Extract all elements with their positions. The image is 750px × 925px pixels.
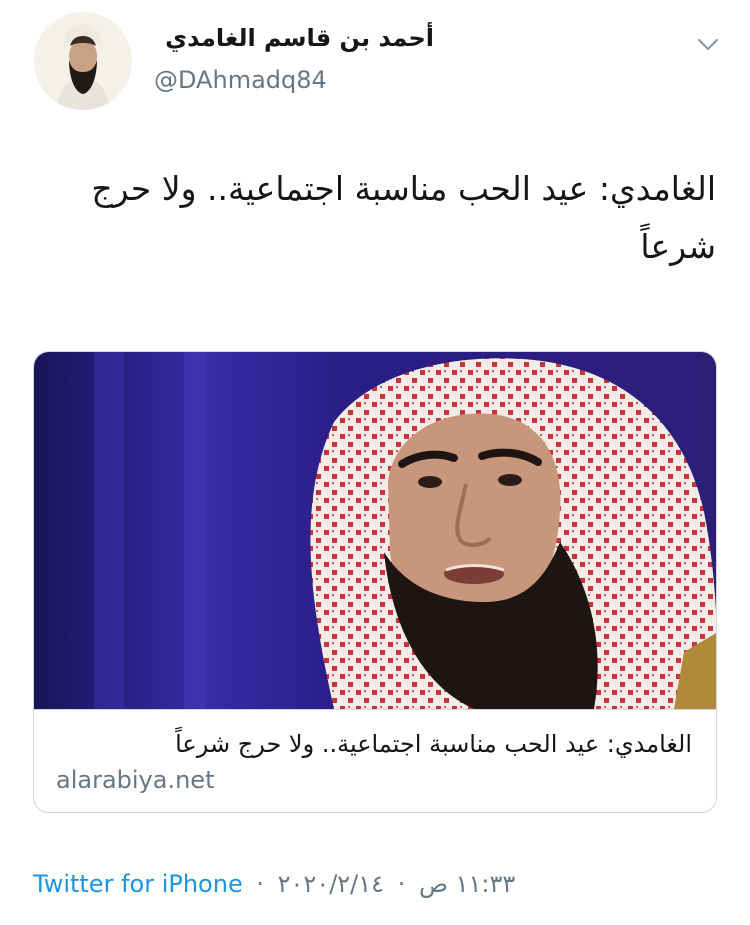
source-link[interactable]: Twitter for iPhone xyxy=(33,870,243,898)
separator: · xyxy=(256,870,264,898)
avatar[interactable] xyxy=(34,12,132,110)
user-handle[interactable]: @DAhmadq84 xyxy=(154,66,327,94)
tweet-meta: Twitter for iPhone · ٢٠٢٠/٢/١٤ · ١١:٣٣ ص xyxy=(33,870,515,898)
tweet-time: ١١:٣٣ ص xyxy=(418,870,516,898)
display-name[interactable]: أحمد بن قاسم الغامدي xyxy=(165,24,434,52)
separator: · xyxy=(397,870,406,898)
tweet-text: الغامدي: عيد الحب مناسبة اجتماعية.. ولا … xyxy=(91,169,716,266)
card-domain: alarabiya.net xyxy=(56,766,215,794)
avatar-photo xyxy=(34,12,132,110)
card-image xyxy=(34,352,716,709)
card-title: الغامدي: عيد الحب مناسبة اجتماعية.. ولا … xyxy=(175,730,692,758)
card-divider xyxy=(34,709,716,710)
chevron-down-icon[interactable] xyxy=(694,30,722,58)
link-card[interactable]: الغامدي: عيد الحب مناسبة اجتماعية.. ولا … xyxy=(33,351,717,813)
tweet-date: ٢٠٢٠/٢/١٤ xyxy=(277,870,385,898)
